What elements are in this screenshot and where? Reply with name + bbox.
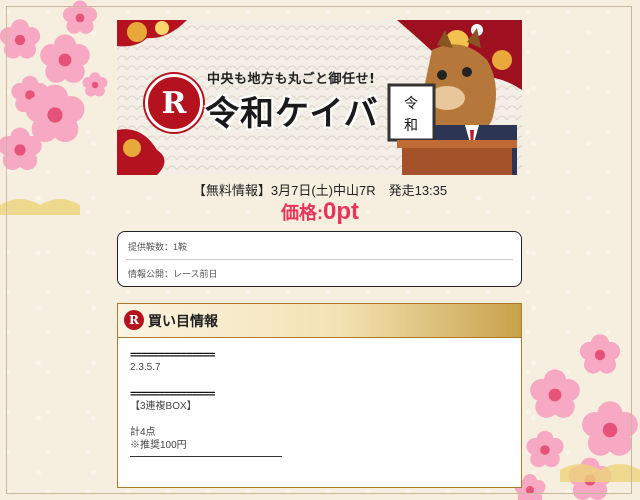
- separator-line: ===============: [130, 387, 215, 400]
- logo-r-icon: R: [124, 310, 144, 330]
- buy-section-title: 買い目情報: [148, 313, 218, 329]
- buy-section-header: R 買い目情報: [118, 304, 521, 338]
- horse-numbers: 2.3.5.7: [130, 362, 161, 373]
- buy-section: R 買い目情報 =============== 2.3.5.7 ========…: [117, 303, 522, 488]
- separator-line: ===============: [130, 348, 215, 361]
- buy-section-content: =============== 2.3.5.7 =============== …: [130, 348, 282, 457]
- publish-timing: 情報公開：レース前日: [128, 269, 218, 279]
- info-box: 提供鞍数：1鞍 情報公開：レース前日: [117, 231, 522, 287]
- divider: [126, 259, 513, 260]
- price-value: 0pt: [323, 198, 359, 225]
- logo-r-icon: R: [145, 74, 203, 132]
- provided-count: 提供鞍数：1鞍: [128, 242, 188, 252]
- bet-recommend: ※推奨100円: [130, 440, 187, 451]
- sign-text: 令: [404, 96, 418, 112]
- price-label: 価格:: [281, 203, 323, 223]
- banner-tagline: 中央も地方も丸ごと御任せ!: [207, 72, 376, 87]
- brand-name: 令和ケイバ: [205, 94, 379, 134]
- price: 価格:0pt: [0, 198, 640, 226]
- race-info: 【無料情報】3月7日(土)中山7R 発走13:35: [192, 183, 448, 198]
- bet-total: 計4点: [130, 427, 156, 438]
- site-banner[interactable]: 令 和 R 中央も地方も丸ごと御任せ! 令和ケイバ: [117, 20, 522, 175]
- bet-type: 【3連複BOX】: [130, 401, 197, 412]
- svg-text:和: 和: [404, 118, 418, 134]
- underline: [130, 456, 282, 457]
